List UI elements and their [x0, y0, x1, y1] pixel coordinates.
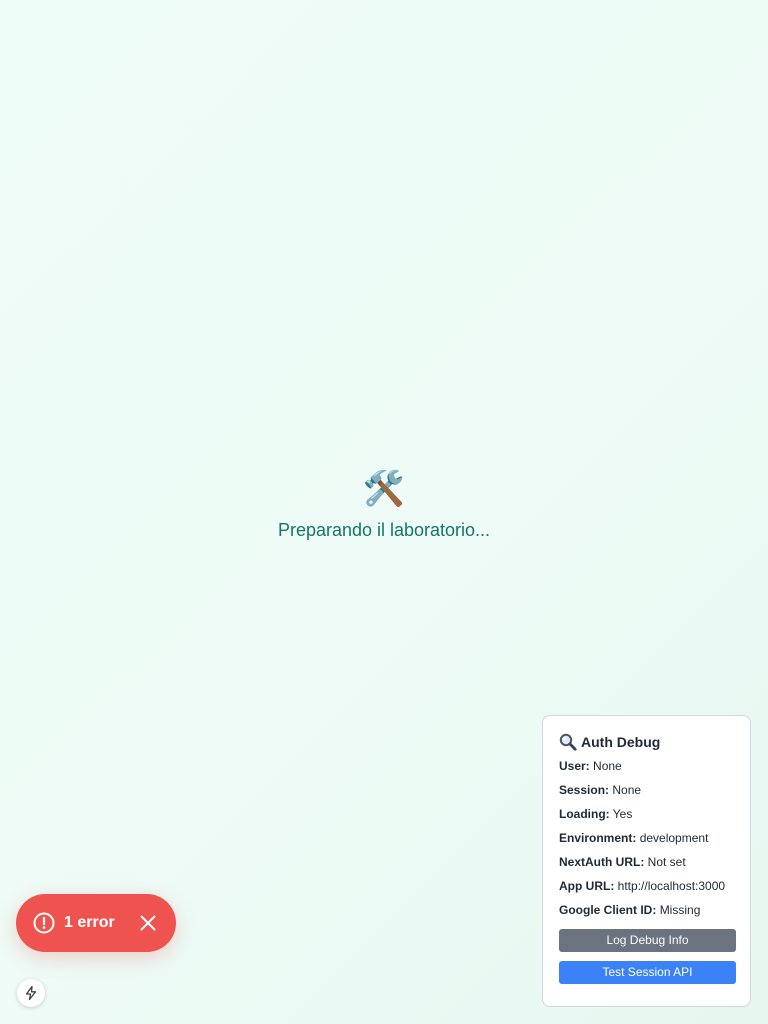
debug-label: User:	[559, 759, 590, 773]
debug-value: None	[612, 783, 642, 797]
debug-label: Environment:	[559, 831, 637, 845]
debug-value: Missing	[659, 903, 701, 917]
debug-value: http://localhost:3000	[617, 879, 726, 893]
loading-text: Preparando il laboratorio...	[277, 520, 491, 540]
debug-panel-title: Auth Debug	[559, 731, 734, 753]
magnifying-glass-icon	[559, 733, 577, 751]
auth-debug-panel: Auth Debug User: None Session: None Load…	[542, 715, 751, 1007]
debug-row-app-url: App URL: http://localhost:3000	[559, 879, 734, 903]
debug-row-environment: Environment: development	[559, 831, 734, 855]
close-icon[interactable]	[138, 913, 158, 933]
lightning-bolt-icon	[25, 985, 37, 1001]
debug-row-loading: Loading: Yes	[559, 807, 734, 831]
next-dev-tools-button[interactable]	[17, 979, 45, 1007]
log-debug-info-button[interactable]: Log Debug Info	[559, 929, 736, 952]
debug-label: Loading:	[559, 807, 610, 821]
debug-value: Not set	[647, 855, 686, 869]
debug-value: Yes	[612, 807, 633, 821]
error-toast[interactable]: 1 error	[16, 894, 176, 952]
debug-row-user: User: None	[559, 759, 734, 783]
debug-label: App URL:	[559, 879, 615, 893]
test-session-api-button[interactable]: Test Session API	[559, 961, 736, 984]
debug-title-text: Auth Debug	[581, 734, 661, 750]
alert-circle-icon	[33, 912, 55, 934]
debug-label: NextAuth URL:	[559, 855, 645, 869]
debug-row-session: Session: None	[559, 783, 734, 807]
debug-row-google-client-id: Google Client ID: Missing	[559, 903, 734, 927]
error-count-label: 1 error	[64, 914, 115, 931]
debug-value: development	[639, 831, 709, 845]
loading-indicator: 🛠️ Preparando il laboratorio...	[0, 466, 768, 541]
debug-value: None	[593, 759, 622, 773]
debug-label: Google Client ID:	[559, 903, 657, 917]
debug-row-nextauth-url: NextAuth URL: Not set	[559, 855, 734, 879]
tools-icon: 🛠️	[362, 469, 406, 509]
debug-label: Session:	[559, 783, 610, 797]
